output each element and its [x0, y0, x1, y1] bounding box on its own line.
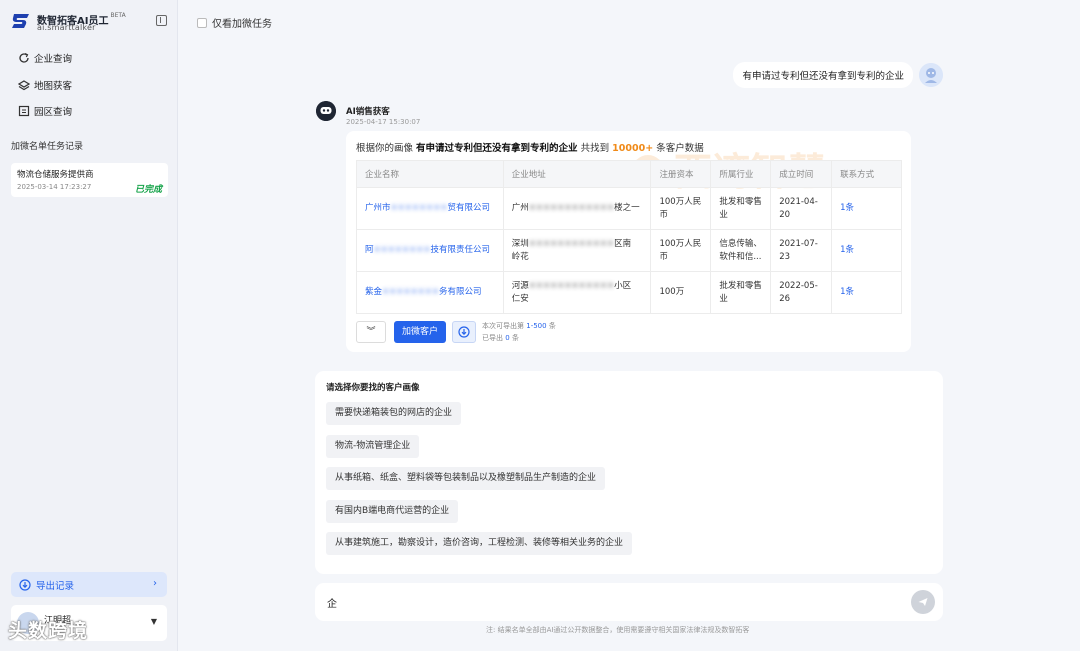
column-header: 企业名称	[356, 160, 504, 188]
sidebar-item-map-leads[interactable]: 地图获客	[18, 77, 72, 93]
bot-timestamp: 2025-04-17 15:30:07	[346, 118, 421, 126]
download-circle-icon	[458, 326, 470, 338]
company-address: 深圳××××××××××××区南 岭花	[502, 229, 652, 272]
industry: 批发和零售业	[710, 271, 772, 314]
summary-query: 有申请过专利但还没有拿到专利的企业	[416, 143, 578, 154]
task-status-badge: 已完成	[134, 185, 162, 195]
table-actions: ︾ 加微客户 本次可导出第 1-500 条 已导出 0 条	[356, 321, 556, 343]
column-header: 联系方式	[831, 160, 902, 188]
results-table: 企业名称 企业地址 注册资本 所属行业 成立时间 联系方式 广州市×××××××…	[356, 160, 902, 314]
beta-badge: BETA	[110, 12, 126, 19]
summary-suffix: 条客户数据	[656, 143, 704, 154]
sidebar-item-label: 地图获客	[34, 81, 73, 92]
industry: 批发和零售业	[710, 187, 772, 230]
export-records-label: 导出记录	[36, 580, 75, 592]
task-name: 物流仓储服务提供商	[17, 170, 94, 180]
contact-link[interactable]: 1条	[831, 187, 902, 230]
result-summary: 根据你的画像 有申请过专利但还没有拿到专利的企业 共找到 10000+ 条客户数…	[356, 140, 704, 154]
wechat-task-filter[interactable]: 仅看加微任务	[197, 15, 272, 30]
chat-input-value[interactable]: 企	[327, 595, 337, 610]
user-avatar-icon	[919, 63, 943, 87]
filter-label: 仅看加微任务	[212, 19, 272, 30]
founded-date: 2021-04-20	[770, 187, 833, 230]
export-records-button[interactable]: 导出记录 ›	[11, 572, 167, 597]
disclaimer-text: 注: 结果名单全部由AI通过公开数据整合，使用需要遵守相关国家法律法规及数智拓客	[486, 626, 750, 634]
filter-checkbox[interactable]	[197, 17, 207, 28]
map-layers-icon	[18, 80, 30, 91]
persona-option[interactable]: 从事纸箱、纸盒、塑料袋等包装制品以及橡塑制品生产制造的企业	[326, 467, 606, 490]
table-row: 紫金××××××××务有限公司 河源××××××××××××小区 仁安 100万 …	[356, 271, 902, 314]
expand-rows-button[interactable]: ︾	[356, 321, 386, 343]
sidebar-item-park-search[interactable]: 园区查询	[18, 103, 72, 119]
task-time: 2025-03-14 17:23:27	[17, 183, 92, 191]
add-wechat-customers-button[interactable]: 加微客户	[394, 321, 447, 343]
send-button[interactable]	[911, 590, 935, 614]
persona-picker: 请选择你要找的客户画像 需要快递箱装包的网店的企业 物流-物流管理企业 从事纸箱…	[315, 371, 943, 574]
chat-input[interactable]: 企	[315, 583, 943, 621]
company-address: 广州××××××××××××楼之一	[502, 187, 652, 230]
sidebar: 数智拓客AI员工BETA ai.smarttalker 企业查询 地图获客 园区…	[0, 0, 178, 651]
main-panel: 仅看加微任务 有申请过专利但还没有拿到专利的企业 AI销售获客 2025-04-…	[179, 0, 1080, 651]
sidebar-collapse-icon[interactable]	[156, 15, 167, 26]
company-name-link[interactable]: 广州市××××××××贸有限公司	[356, 187, 504, 230]
picker-title: 请选择你要找的客户画像	[326, 383, 420, 393]
double-chevron-down-icon: ︾	[366, 327, 376, 337]
summary-prefix: 根据你的画像	[356, 143, 414, 154]
sidebar-item-label: 企业查询	[34, 54, 73, 65]
chevron-down-icon[interactable]: ▼	[151, 617, 157, 626]
company-address: 河源××××××××××××小区 仁安	[502, 271, 652, 314]
table-row: 阿××××××××技有限责任公司 深圳××××××××××××区南 岭花 100万…	[356, 229, 902, 272]
user-message: 有申请过专利但还没有拿到专利的企业	[733, 62, 913, 88]
task-records-title: 加微名单任务记录	[11, 142, 84, 152]
logo-mark-icon	[12, 14, 29, 28]
persona-option[interactable]: 物流-物流管理企业	[326, 435, 420, 458]
registered-capital: 100万人民币	[650, 229, 712, 272]
company-name-link[interactable]: 阿××××××××技有限责任公司	[356, 229, 504, 272]
column-header: 注册资本	[650, 160, 712, 188]
refresh-search-icon	[19, 52, 29, 63]
chevron-right-icon: ›	[153, 578, 157, 589]
registered-capital: 100万人民币	[650, 187, 712, 230]
table-header-row: 企业名称 企业地址 注册资本 所属行业 成立时间 联系方式	[356, 160, 902, 188]
park-building-icon	[18, 105, 30, 117]
export-range-text: 本次可导出第 1-500 条	[482, 322, 556, 330]
founded-date: 2022-05-26	[770, 271, 833, 314]
exported-count-text: 已导出 0 条	[482, 334, 519, 342]
contact-link[interactable]: 1条	[831, 271, 902, 314]
industry: 信息传输、软件和信...	[710, 229, 772, 272]
sidebar-item-company-search[interactable]: 企业查询	[18, 50, 72, 66]
task-record-item[interactable]: 物流仓储服务提供商 2025-03-14 17:23:27 已完成	[11, 163, 168, 197]
bot-avatar-icon	[316, 101, 336, 121]
persona-option[interactable]: 有国内B端电商代运营的企业	[326, 500, 459, 523]
brand-watermark: 头数跨境	[8, 620, 89, 642]
company-name-link[interactable]: 紫金××××××××务有限公司	[356, 271, 504, 314]
summary-mid: 共找到	[580, 143, 610, 154]
app-domain: ai.smarttalker	[37, 23, 96, 32]
download-button[interactable]	[452, 321, 477, 343]
send-icon	[918, 598, 928, 606]
column-header: 成立时间	[770, 160, 833, 188]
founded-date: 2021-07-23	[770, 229, 833, 272]
bot-name: AI销售获客	[346, 107, 390, 117]
table-row: 广州市××××××××贸有限公司 广州××××××××××××楼之一 100万人…	[356, 187, 902, 230]
registered-capital: 100万	[650, 271, 712, 314]
persona-option[interactable]: 需要快递箱装包的网店的企业	[326, 402, 462, 425]
summary-count: 10000+	[612, 143, 654, 154]
export-info: 本次可导出第 1-500 条 已导出 0 条	[482, 320, 556, 344]
app-logo[interactable]: 数智拓客AI员工BETA ai.smarttalker	[10, 10, 170, 34]
column-header: 所属行业	[710, 160, 772, 188]
download-circle-icon	[19, 578, 31, 591]
column-header: 企业地址	[502, 160, 652, 188]
persona-option[interactable]: 从事建筑施工，勘察设计，造价咨询，工程检测、装修等相关业务的企业	[326, 532, 633, 555]
sidebar-item-label: 园区查询	[34, 107, 73, 118]
result-card: 西湾智慧 根据你的画像 有申请过专利但还没有拿到专利的企业 共找到 10000+…	[346, 131, 911, 352]
contact-link[interactable]: 1条	[831, 229, 902, 272]
